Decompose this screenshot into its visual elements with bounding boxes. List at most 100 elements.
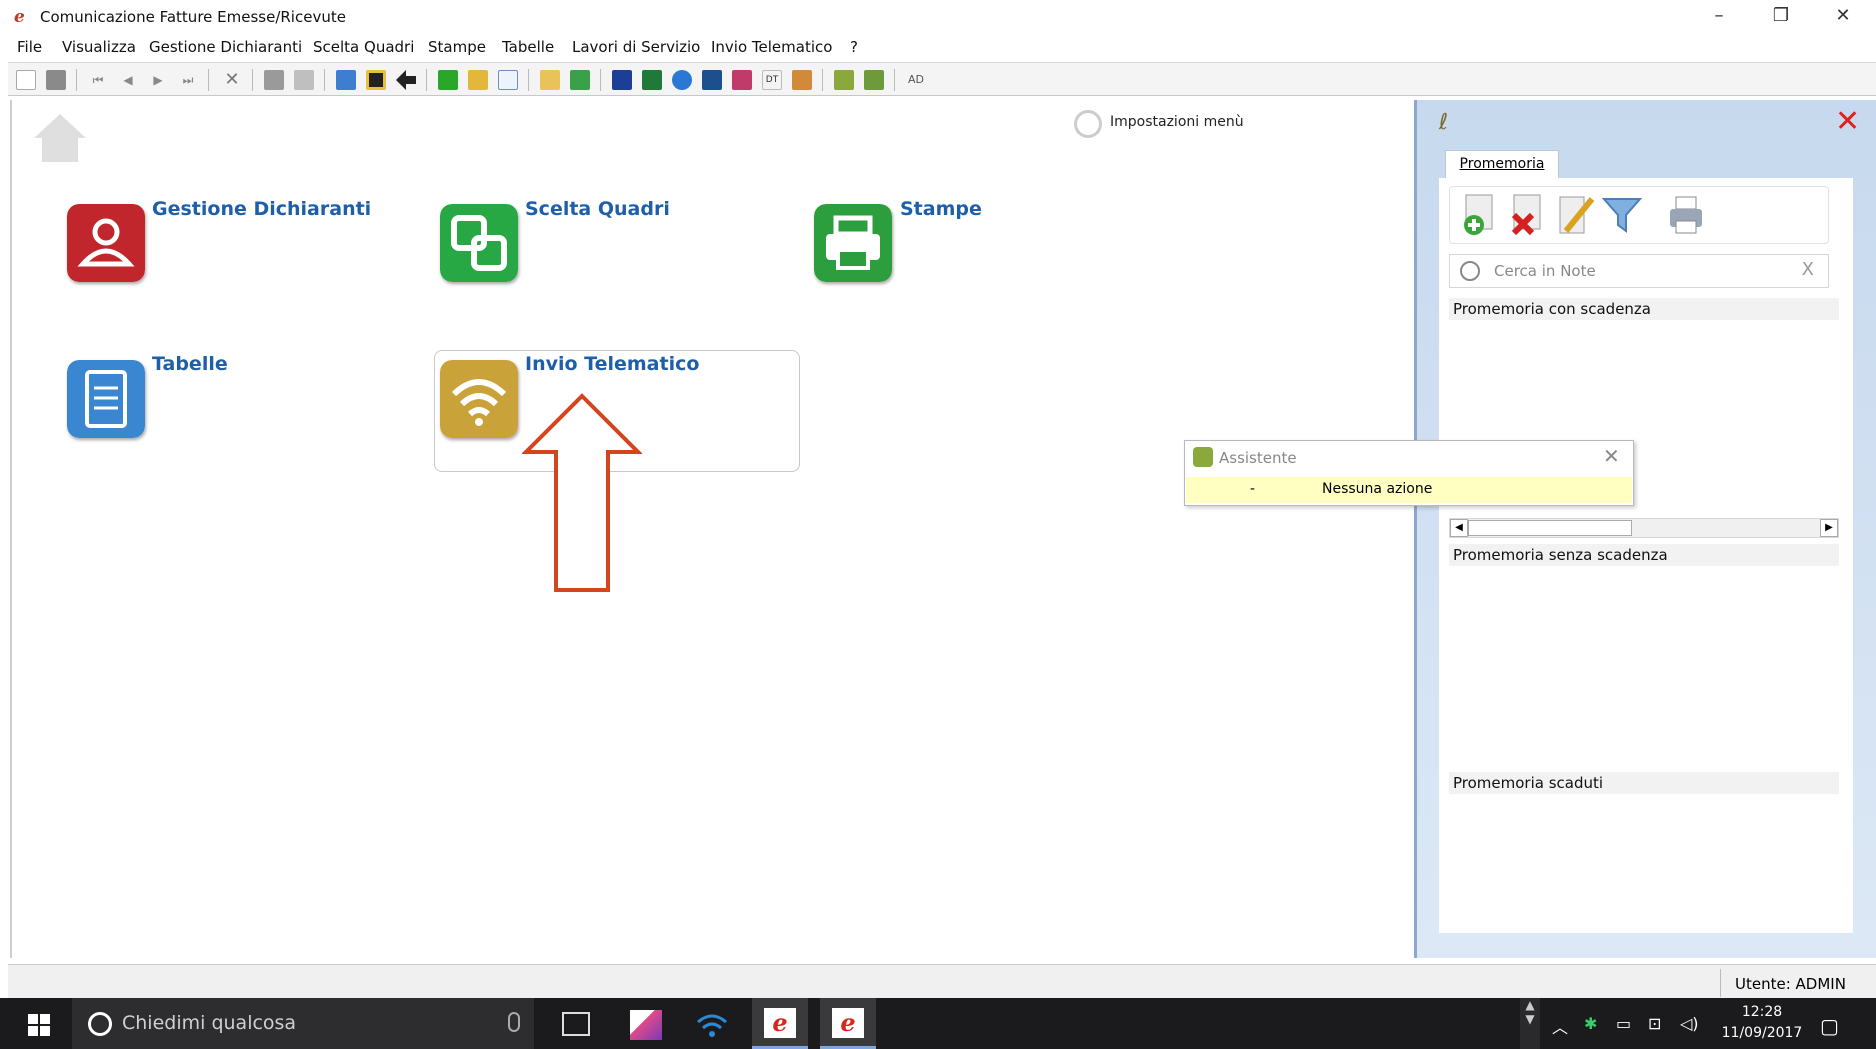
toolbar-separator <box>208 69 209 91</box>
wireless-icon[interactable] <box>440 360 518 438</box>
excel-icon[interactable] <box>642 70 662 90</box>
clock-time: 12:28 <box>1741 1004 1783 1020</box>
user-search-icon[interactable] <box>792 70 812 90</box>
horizontal-scrollbar[interactable]: ◀ ▶ <box>1449 518 1839 538</box>
dt-icon[interactable]: DT <box>762 70 782 90</box>
edit-note-icon[interactable] <box>1556 193 1596 237</box>
tab-promemoria[interactable]: Promemoria <box>1445 150 1559 178</box>
toolbar-separator <box>426 69 427 91</box>
print-icon[interactable] <box>264 70 284 90</box>
clock[interactable]: 12:28 11/09/2017 <box>1714 1002 1810 1044</box>
tray-dropbox-icon[interactable]: ✱ <box>1584 1014 1597 1033</box>
toolbar-separator <box>76 69 77 91</box>
assistant-row-dash: - <box>1250 481 1256 497</box>
section-promemoria-con-scadenza: Promemoria con scadenza <box>1449 298 1839 320</box>
settings-menu-link[interactable]: Impostazioni menù <box>1074 110 1244 138</box>
run-icon[interactable] <box>336 70 356 90</box>
menu-visualizza[interactable]: Visualizza <box>62 38 136 56</box>
assistant-icon[interactable] <box>834 70 854 90</box>
menu-tabelle[interactable]: Tabelle <box>502 38 554 56</box>
calculator-icon[interactable] <box>570 70 590 90</box>
back-arrow-icon[interactable] <box>396 70 416 90</box>
app-e-icon: e <box>764 1008 796 1038</box>
last-record-icon[interactable]: ⏭ <box>178 70 198 90</box>
book-icon[interactable] <box>366 70 386 90</box>
tray-chevron-icon[interactable]: ︿ <box>1552 1014 1568 1038</box>
menu-file[interactable]: File <box>17 38 42 56</box>
close-button[interactable]: ✕ <box>1814 0 1872 34</box>
cortana-icon <box>88 1012 112 1036</box>
assistant-row-message: Nessuna azione <box>1322 481 1433 497</box>
tray-volume-icon[interactable]: ◁) <box>1680 1014 1699 1033</box>
tile-stampe[interactable]: Stampe <box>900 198 982 220</box>
print-note-icon[interactable] <box>1666 193 1706 237</box>
windows-start-icon[interactable] <box>28 1014 50 1036</box>
next-record-icon[interactable]: ▶ <box>148 70 168 90</box>
restore-button[interactable]: ❐ <box>1752 0 1810 34</box>
search-clear-icon[interactable]: X <box>1802 259 1814 280</box>
search-notes-input[interactable]: Cerca in Note X <box>1449 254 1829 288</box>
new-file-icon[interactable] <box>16 70 36 90</box>
document-icon[interactable] <box>67 360 145 438</box>
tile-scelta-quadri[interactable]: Scelta Quadri <box>525 198 670 220</box>
add-note-icon[interactable] <box>1460 193 1500 237</box>
menu-help[interactable]: ? <box>850 38 858 56</box>
delete-note-icon[interactable] <box>1508 193 1548 237</box>
wifi-app-icon[interactable] <box>696 1010 728 1040</box>
tile-gestione-dichiaranti[interactable]: Gestione Dichiaranti <box>152 198 371 220</box>
grid-icon[interactable] <box>498 70 518 90</box>
menu-gestione-dichiaranti[interactable]: Gestione Dichiaranti <box>149 38 302 56</box>
internet-icon[interactable] <box>672 70 692 90</box>
scroll-right-icon[interactable]: ▶ <box>1820 519 1838 537</box>
print-preview-icon[interactable] <box>294 70 314 90</box>
microphone-icon[interactable] <box>508 1012 520 1032</box>
app-window: e Comunicazione Fatture Emesse/Ricevute … <box>0 0 1876 1049</box>
menu-stampe[interactable]: Stampe <box>428 38 486 56</box>
word-icon[interactable] <box>612 70 632 90</box>
magnifier-icon[interactable] <box>864 70 884 90</box>
assistant-title: Assistente <box>1219 449 1297 467</box>
books-icon[interactable] <box>732 70 752 90</box>
paperclip-icon: ℓ <box>1439 110 1449 135</box>
tray-network-icon[interactable]: ⊡ <box>1648 1014 1661 1033</box>
tray-scroll-icon[interactable]: ▲ ▼ <box>1520 998 1540 1049</box>
import-icon[interactable] <box>468 70 488 90</box>
tray-battery-icon[interactable]: ▭ <box>1616 1014 1631 1033</box>
notifications-icon[interactable]: ▢ <box>1820 1014 1839 1038</box>
filter-icon[interactable] <box>1602 193 1642 237</box>
assistant-popup: Assistente ✕ - Nessuna azione <box>1184 440 1634 506</box>
promemoria-panel: ℓ ✕ Promemoria Cerca in Note X Promemori… <box>1414 100 1876 958</box>
cortana-search-box[interactable]: Chiedimi qualcosa <box>72 998 534 1049</box>
users-icon[interactable] <box>67 204 145 282</box>
menu-invio-telematico[interactable]: Invio Telematico <box>711 38 832 56</box>
status-bar: Utente: ADMIN <box>8 964 1876 998</box>
printer-icon[interactable] <box>814 204 892 282</box>
scroll-left-icon[interactable]: ◀ <box>1450 519 1468 537</box>
confirm-icon[interactable] <box>438 70 458 90</box>
help-doc-icon[interactable] <box>540 70 560 90</box>
assistant-row[interactable]: - Nessuna azione <box>1186 477 1632 503</box>
paint-app-icon[interactable] <box>630 1010 662 1040</box>
monitor-icon[interactable] <box>702 70 722 90</box>
previous-record-icon[interactable]: ◀ <box>118 70 138 90</box>
toolbar: ⏮ ◀ ▶ ⏭ ✕ DT AD <box>8 62 1876 96</box>
delete-icon[interactable]: ✕ <box>222 70 242 90</box>
taskbar-app-e2[interactable]: e <box>820 998 876 1049</box>
menu-lavori-di-servizio[interactable]: Lavori di Servizio <box>572 38 700 56</box>
main-menu-area: Impostazioni menù Gestione Dichiaranti S… <box>10 100 1414 958</box>
task-view-icon[interactable] <box>562 1012 590 1036</box>
scroll-thumb[interactable] <box>1468 520 1632 536</box>
panel-close-icon[interactable]: ✕ <box>1835 104 1860 139</box>
tile-invio-telematico[interactable]: Invio Telematico <box>525 353 699 375</box>
tile-tabelle[interactable]: Tabelle <box>152 353 228 375</box>
first-record-icon[interactable]: ⏮ <box>88 70 108 90</box>
save-icon[interactable] <box>46 70 66 90</box>
menu-scelta-quadri[interactable]: Scelta Quadri <box>313 38 414 56</box>
minimize-button[interactable]: – <box>1690 0 1748 34</box>
menu-bar: File Visualizza Gestione Dichiaranti Sce… <box>0 34 1876 60</box>
home-icon[interactable] <box>32 110 88 166</box>
taskbar-app-e1[interactable]: e <box>752 998 808 1049</box>
ad-button[interactable]: AD <box>906 70 926 90</box>
quadri-icon[interactable] <box>440 204 518 282</box>
assistant-close-icon[interactable]: ✕ <box>1603 444 1620 468</box>
